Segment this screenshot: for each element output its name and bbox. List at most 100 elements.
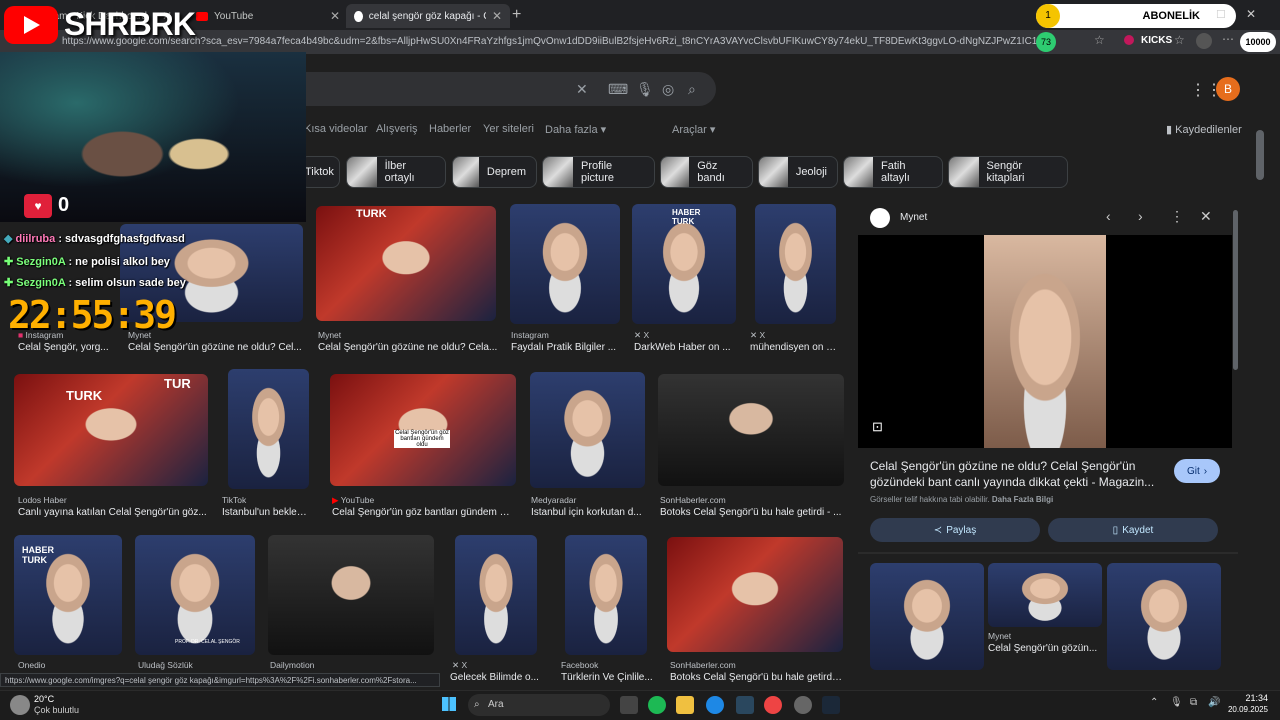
result-image[interactable]: Celal Şengör'ün göz bantları gündem oldu [330,374,516,486]
previous-icon[interactable]: ‹ [1106,208,1111,224]
result-image[interactable]: TURK TUR [14,374,208,486]
result-caption[interactable]: Türklerin Ve Çinlile... [561,672,653,683]
result-image[interactable] [530,372,645,488]
keyboard-icon[interactable]: ⌨ [608,80,628,98]
lens-search-icon[interactable]: ⊡ [872,419,883,435]
result-caption[interactable]: mühendisyen on X... [750,342,840,353]
taskbar-time[interactable]: 21:34 [1230,693,1268,703]
more-options-icon[interactable]: ⋮ [1170,208,1184,225]
nav-news[interactable]: Haberler [429,123,471,135]
nav-places[interactable]: Yer siteleri [483,123,534,135]
spotify-icon[interactable] [648,696,666,714]
task-view-icon[interactable] [620,696,638,714]
new-tab-icon[interactable]: + [512,6,521,24]
search-input[interactable]: ✕ ⌨ 🎙 ◎ ⌕ [300,72,716,106]
result-caption[interactable]: İstanbul'un bekledi... [222,507,312,518]
badge-icon: ◆ [4,233,13,245]
result-image[interactable] [658,374,844,486]
volume-icon[interactable]: 🔊 [1208,697,1220,708]
microphone-icon[interactable]: 🎙 [636,80,654,98]
panel-title[interactable]: Celal Şengör'ün gözüne ne oldu? Celal Şe… [870,458,1160,490]
abonelik-badge[interactable]: ABONELİK [1036,4,1236,28]
nav-tools[interactable]: Araçlar ▾ [672,123,715,136]
tray-chevron-icon[interactable]: ⌃ [1150,697,1158,708]
account-avatar[interactable]: B [1216,77,1240,101]
related-image[interactable] [1107,563,1221,670]
result-image[interactable]: PROF. DR. CELAL ŞENGÖR [135,535,255,655]
save-button[interactable]: ▯ Kaydet [1048,518,1218,542]
temperature: 20°C [34,694,55,704]
chip-fatih-altayli[interactable]: Fatih altaylı [843,156,943,188]
result-caption[interactable]: İstanbul için korkutan d... [531,507,646,518]
chip-ilber-ortayli[interactable]: İlber ortaylı [346,156,446,188]
result-image[interactable] [755,204,836,324]
chip-profile-picture[interactable]: Profile picture [542,156,655,188]
share-button[interactable]: ≺ Paylaş [870,518,1040,542]
clear-icon[interactable]: ✕ [576,80,588,98]
result-caption[interactable]: Gelecek Bilimde o... [450,672,540,683]
result-image[interactable] [268,535,434,655]
chip-jeoloji[interactable]: Jeoloji [758,156,838,188]
result-caption[interactable]: Celal Şengör'ün gözüne ne oldu? Cela... [318,342,498,353]
result-image[interactable] [565,535,647,655]
result-caption[interactable]: Celal Şengör'ün gözüne ne oldu? Cel... [128,342,303,353]
preview-image[interactable] [984,235,1106,448]
steam-icon[interactable] [736,696,754,714]
tab-youtube[interactable]: YouTube ✕ [188,4,348,28]
result-caption[interactable]: Celal Şengör'ün göz bantları gündem ol..… [332,507,514,518]
related-caption[interactable]: Celal Şengör'ün gözün... [988,643,1102,654]
result-caption[interactable]: Botoks Celal Şengör'ü bu hale getirdi ..… [670,672,844,683]
close-panel-icon[interactable]: ✕ [1200,208,1212,225]
bookmark-star-icon[interactable]: ☆ [1094,33,1105,47]
file-explorer-icon[interactable] [676,696,694,714]
chrome-icon[interactable] [764,696,782,714]
chip-goz-bandi[interactable]: Göz bandı [660,156,753,188]
result-image[interactable]: HABER TURK [14,535,122,655]
result-caption[interactable]: Botoks Celal Şengör'ü bu hale getirdi - … [660,507,844,518]
url-input[interactable]: https://www.google.com/search?sca_esv=79… [62,33,1042,51]
result-caption[interactable]: DarkWeb Haber on ... [634,342,738,353]
edge-icon[interactable] [706,696,724,714]
result-image[interactable]: HABER TURK [632,204,736,324]
network-icon[interactable]: ⧉ [1190,697,1197,708]
page-scrollbar[interactable] [1256,130,1264,180]
panel-scrollbar[interactable] [1233,210,1238,370]
microphone-tray-icon[interactable]: 🎙 [1170,697,1183,708]
extensions-icon[interactable]: ☆ [1174,33,1185,47]
result-caption[interactable]: Faydalı Pratik Bilgiler ... [511,342,623,353]
taskbar-search[interactable]: ⌕ Ara [468,694,610,716]
result-image[interactable] [667,537,843,652]
visit-button[interactable]: Git › [1174,459,1220,483]
chip-tiktok[interactable]: Tiktok [300,156,340,188]
nav-short-videos[interactable]: Kısa videolar [304,123,368,135]
close-icon[interactable]: ✕ [492,9,502,23]
steam-client-icon[interactable] [822,696,840,714]
lens-icon[interactable]: ◎ [662,80,674,98]
tab-google-search[interactable]: celal şengör göz kapağı - Google ✕ [346,4,510,28]
next-icon[interactable]: › [1138,208,1143,224]
related-image[interactable] [870,563,984,670]
more-info-link[interactable]: Daha Fazla Bilgi [992,495,1053,504]
profile-avatar[interactable] [1196,33,1212,49]
search-icon[interactable]: ⌕ [688,80,696,98]
result-image[interactable] [455,535,537,655]
close-icon[interactable]: ✕ [330,9,340,23]
related-image[interactable] [988,563,1102,627]
taskbar-date[interactable]: 20.09.2025 [1224,705,1268,714]
windows-start-icon[interactable] [442,697,456,711]
nav-more[interactable]: Daha fazla ▾ [545,123,606,136]
result-image[interactable] [510,204,620,324]
chip-deprem[interactable]: Deprem [452,156,537,188]
result-image[interactable] [228,369,309,489]
close-window-icon[interactable]: ✕ [1246,7,1256,21]
app-icon[interactable] [794,696,812,714]
extension-icon[interactable] [1124,35,1134,45]
result-image[interactable]: TURK [316,206,496,321]
saved-link[interactable]: ▮ Kaydedilenler [1166,123,1242,136]
more-menu-icon[interactable]: ⋯ [1222,32,1234,46]
result-caption[interactable]: Celal Şengör, yorg... [18,342,118,353]
chip-sengor-kitaplari[interactable]: Sengör kitaplari [948,156,1068,188]
nav-shopping[interactable]: Alışveriş [376,123,418,135]
maximize-icon[interactable]: ☐ [1216,8,1226,21]
result-caption[interactable]: Canlı yayına katılan Celal Şengör'ün göz… [18,507,208,518]
